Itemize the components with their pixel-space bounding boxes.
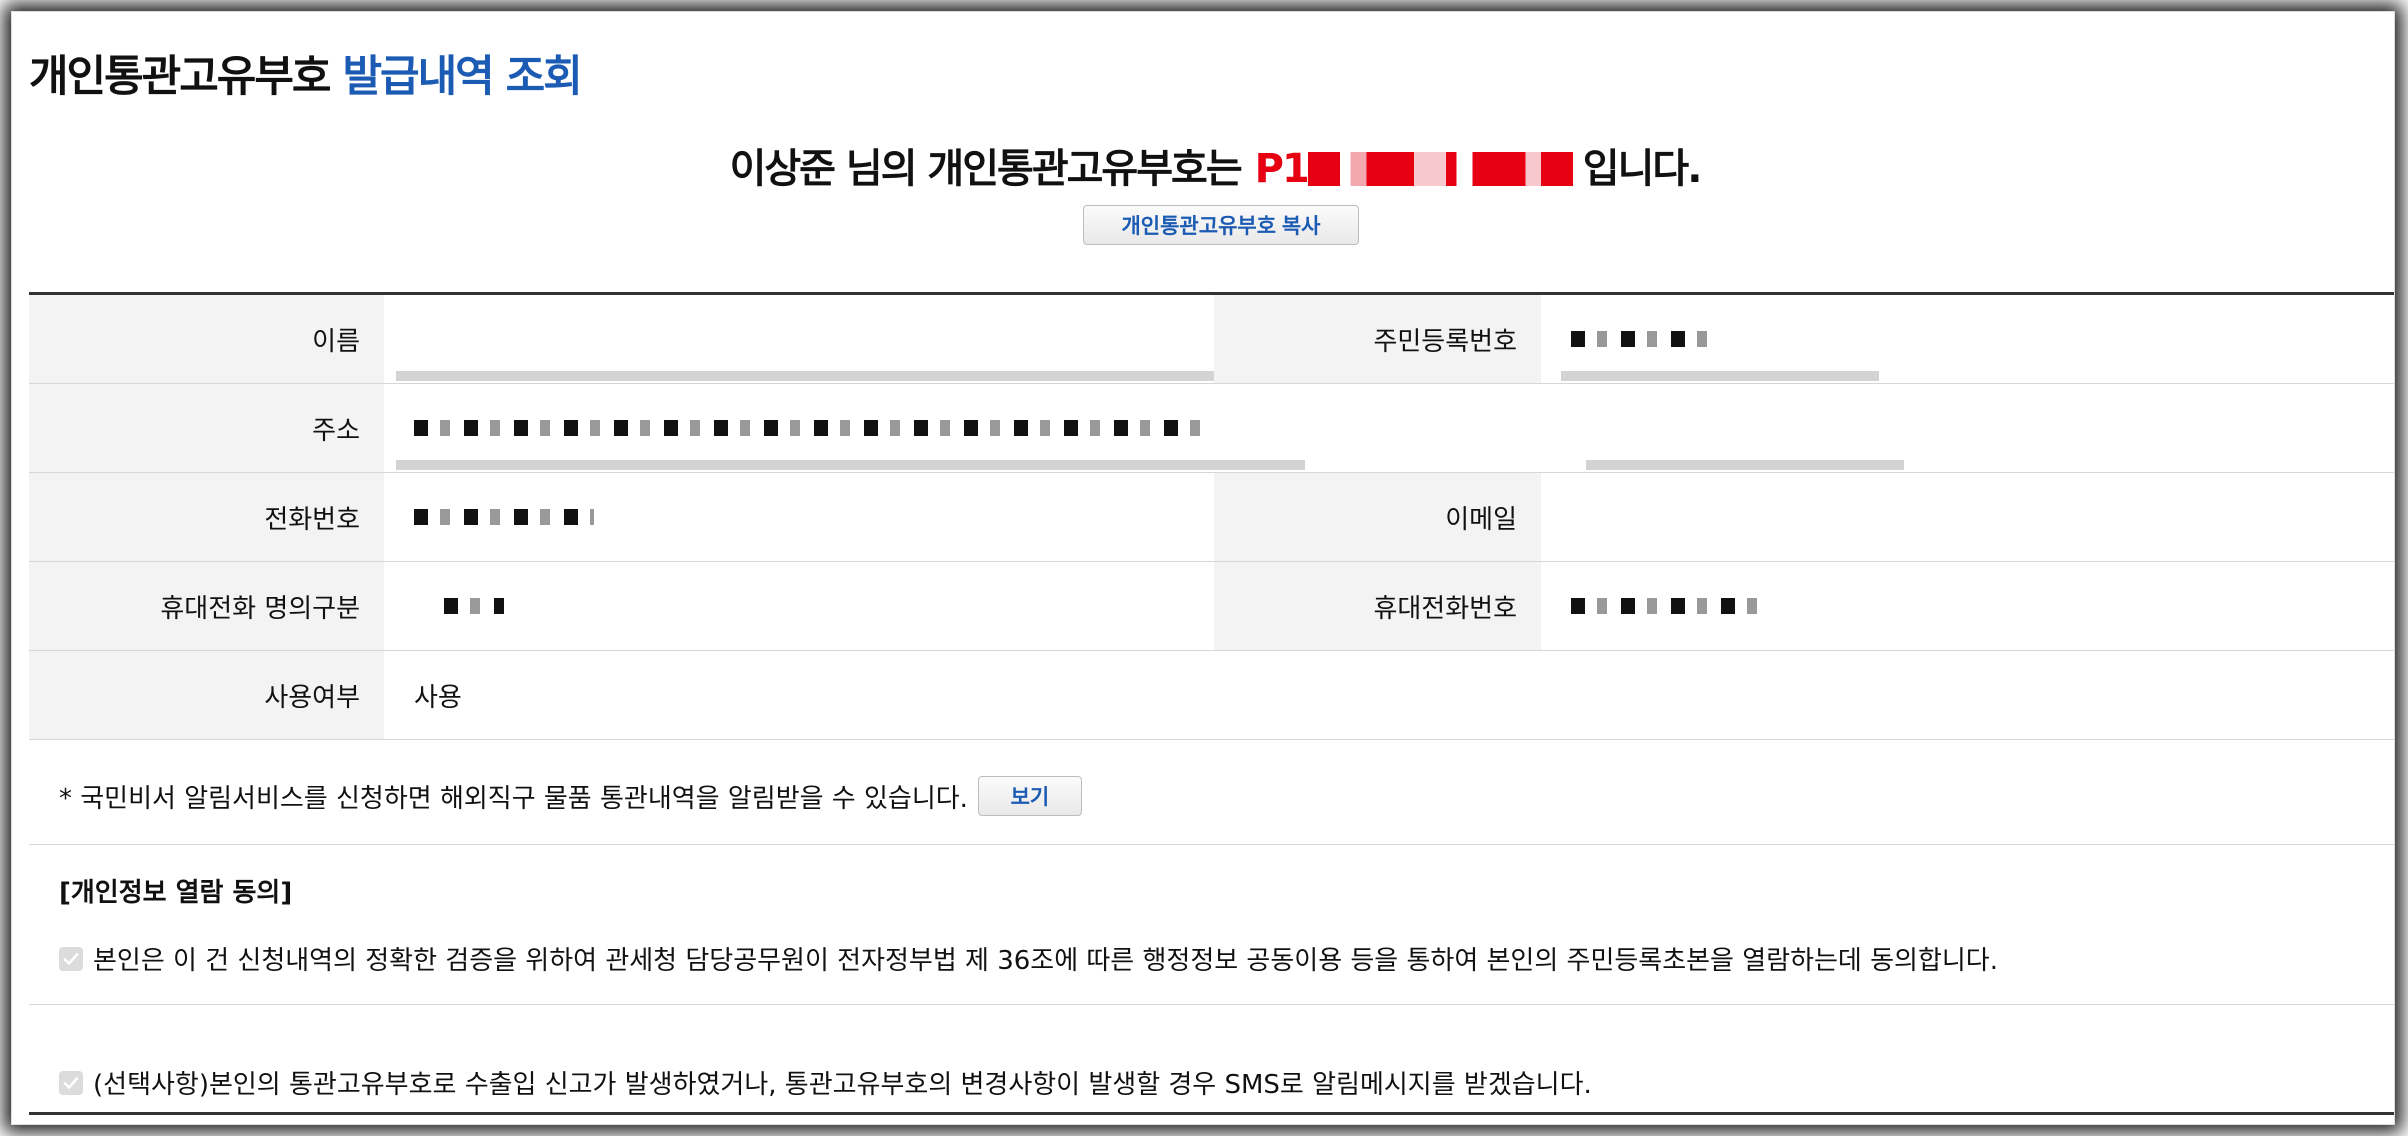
bottom-border xyxy=(29,1112,2394,1115)
customs-code-headline: 이상준 님의 개인통관고유부호는 P1 입니다. xyxy=(29,136,2394,194)
consent-title: [개인정보 열람 동의] xyxy=(59,878,293,908)
redaction-bar xyxy=(396,371,1214,381)
consent-divider xyxy=(29,1004,2394,1005)
content: 개인통관고유부호 발급내역 조회 이상준 님의 개인통관고유부호는 P1 입니다. … xyxy=(29,12,2394,1124)
mobile-owner-value xyxy=(384,562,1214,650)
rrn-label: 주민등록번호 xyxy=(1214,295,1541,383)
notification-notice: * 국민비서 알림서비스를 신청하면 해외직구 물품 통관내역을 알림받을 수 … xyxy=(29,748,2394,845)
consent-2-text: (선택사항)본인의 통관고유부호로 수출입 신고가 발생하였거나, 통관고유부호… xyxy=(93,1070,1592,1100)
name-label: 이름 xyxy=(29,295,384,383)
phone-value xyxy=(384,473,1214,561)
notice-text: * 국민비서 알림서비스를 신청하면 해외직구 물품 통관내역을 알림받을 수 … xyxy=(59,783,968,814)
redacted-mobile xyxy=(1571,598,1761,614)
table-row-name: 이름 주민등록번호 xyxy=(29,295,2394,384)
consent-2-checkbox[interactable] xyxy=(59,1070,83,1095)
page-frame: 개인통관고유부호 발급내역 조회 이상준 님의 개인통관고유부호는 P1 입니다. … xyxy=(12,12,2394,1124)
redaction-bar xyxy=(1561,371,1879,381)
customs-code-masked xyxy=(1307,152,1573,186)
redacted-rrn xyxy=(1571,331,1711,347)
table-row-mobile: 휴대전화 명의구분 휴대전화번호 xyxy=(29,562,2394,651)
redacted-address xyxy=(414,420,1204,436)
mobile-label: 휴대전화번호 xyxy=(1214,562,1541,650)
consent-1-text: 본인은 이 건 신청내역의 정확한 검증을 위하여 관세청 담당공무원이 전자정… xyxy=(93,946,1998,976)
consent-1-checkbox[interactable] xyxy=(59,946,83,971)
redaction-bar xyxy=(1586,460,1904,470)
check-icon xyxy=(63,1076,79,1089)
customs-code-visible: P1 xyxy=(1254,146,1310,192)
page-title-main: 개인통관고유부호 xyxy=(29,52,331,102)
table-row-address: 주소 xyxy=(29,384,2394,473)
consent-item-2: (선택사항)본인의 통관고유부호로 수출입 신고가 발생하였거나, 통관고유부호… xyxy=(59,1064,1592,1101)
check-icon xyxy=(63,952,79,965)
page-title-accent: 발급내역 조회 xyxy=(342,52,582,102)
usage-label: 사용여부 xyxy=(29,651,384,739)
info-table: 이름 주민등록번호 주소 전화번호 이메일 휴대전화 명의구분 휴대전화번호 사… xyxy=(29,292,2394,740)
usage-value: 사용 xyxy=(414,682,462,713)
mobile-owner-label: 휴대전화 명의구분 xyxy=(29,562,384,650)
headline-suffix: 입니다. xyxy=(1582,146,1703,192)
email-label: 이메일 xyxy=(1214,473,1541,561)
redacted-mobile-owner xyxy=(444,598,504,614)
mobile-value xyxy=(1541,562,2394,650)
email-value xyxy=(1541,473,2394,561)
phone-label: 전화번호 xyxy=(29,473,384,561)
redacted-phone xyxy=(414,509,594,525)
name-value xyxy=(384,295,1214,383)
view-button[interactable]: 보기 xyxy=(977,776,1082,816)
redaction-bar xyxy=(396,460,1305,470)
headline-prefix: 이상준 님의 개인통관고유부호는 xyxy=(729,146,1243,192)
table-row-usage: 사용여부 사용 xyxy=(29,651,2394,740)
address-label: 주소 xyxy=(29,384,384,472)
consent-item-1: 본인은 이 건 신청내역의 정확한 검증을 위하여 관세청 담당공무원이 전자정… xyxy=(59,940,1998,977)
address-value xyxy=(384,384,2394,472)
page-title: 개인통관고유부호 발급내역 조회 xyxy=(29,42,583,104)
copy-customs-code-button[interactable]: 개인통관고유부호 복사 xyxy=(1083,205,1359,245)
table-row-phone: 전화번호 이메일 xyxy=(29,473,2394,562)
rrn-value xyxy=(1541,295,2394,383)
